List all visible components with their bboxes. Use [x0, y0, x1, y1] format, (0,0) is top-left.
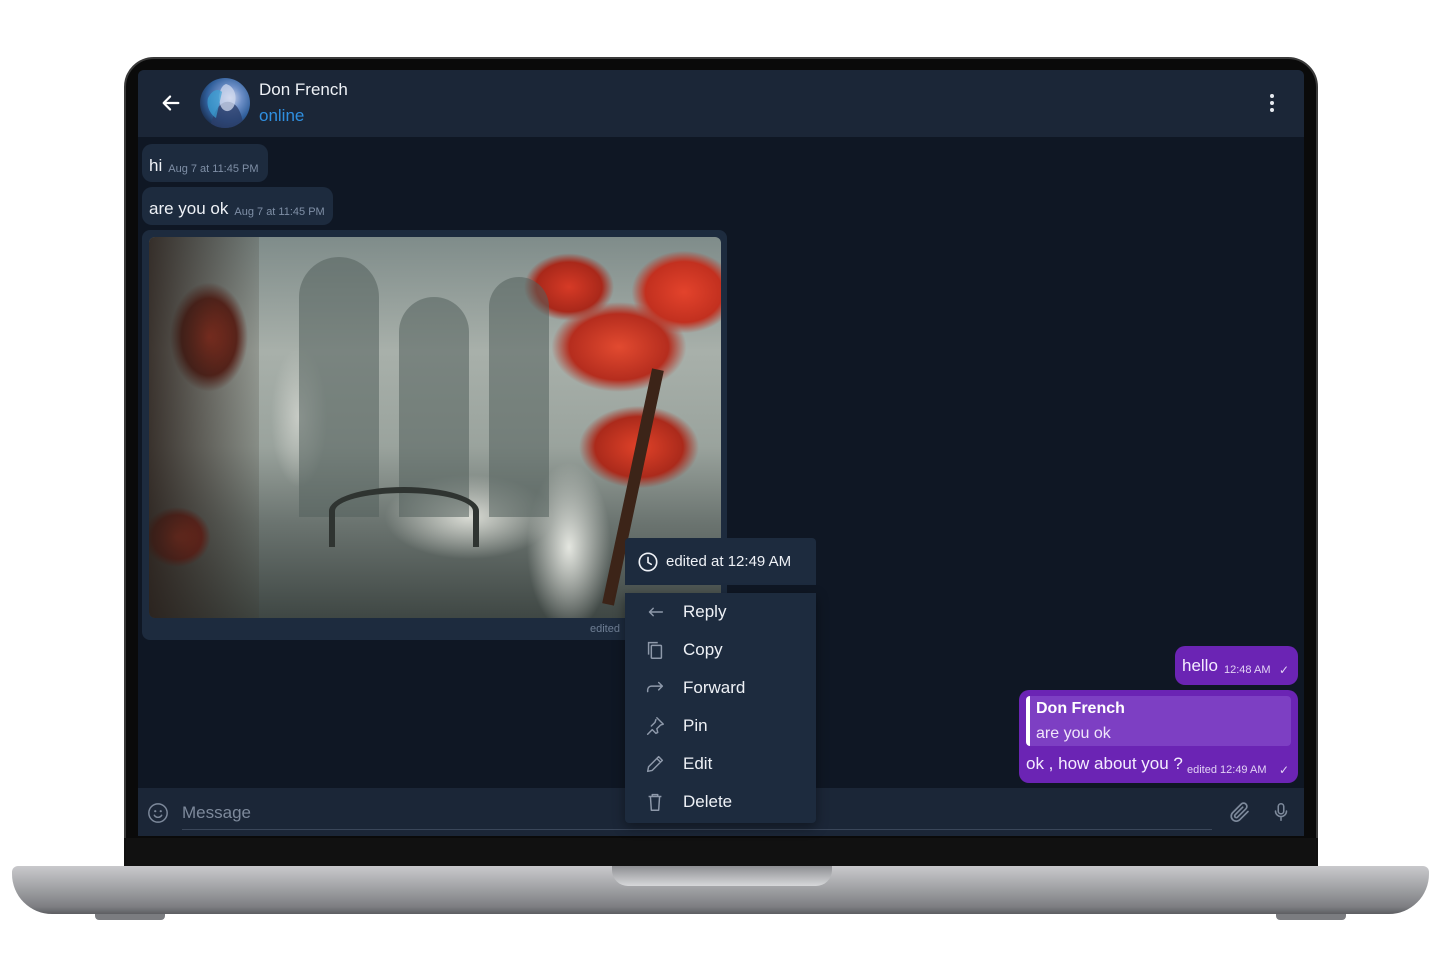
more-options-button[interactable]	[1260, 90, 1284, 116]
outgoing-message-reply[interactable]: Don French are you ok ok , how about you…	[1019, 690, 1298, 783]
attach-button[interactable]	[1228, 800, 1252, 824]
menu-item-label: Copy	[683, 640, 723, 659]
photo-cliff	[149, 237, 259, 618]
message-context-menu: edited at 12:49 AM Reply Copy Forward Pi…	[625, 538, 816, 823]
menu-item-pin[interactable]: Pin	[625, 707, 816, 745]
message-time: 12:48 AM	[1224, 664, 1271, 676]
reply-icon	[643, 600, 667, 624]
kebab-dot	[1270, 94, 1274, 98]
paperclip-icon	[1230, 802, 1249, 822]
context-menu-edited-info: edited at 12:49 AM	[625, 538, 816, 585]
menu-item-reply[interactable]: Reply	[625, 593, 816, 631]
context-menu-list: Reply Copy Forward Pin Edit Delete	[625, 593, 816, 823]
message-time: Aug 7 at 11:45 PM	[168, 163, 259, 175]
laptop-notch	[612, 866, 832, 886]
back-button[interactable]	[158, 90, 184, 116]
reply-quote-text: are you ok	[1036, 725, 1111, 742]
chat-header: Don French online	[138, 70, 1304, 137]
menu-item-label: Delete	[683, 792, 733, 811]
laptop-foot-left	[95, 914, 165, 920]
menu-item-label: Reply	[683, 602, 727, 621]
microphone-button[interactable]	[1270, 800, 1292, 824]
smiley-icon	[148, 803, 168, 823]
pencil-icon	[643, 752, 667, 776]
message-time: Aug 7 at 11:45 PM	[234, 206, 325, 218]
photo-mountain	[489, 277, 549, 517]
message-text: are you ok	[149, 199, 229, 218]
arrow-left-icon	[162, 95, 180, 111]
sent-check-icon: ✓	[1279, 663, 1290, 677]
copy-icon	[643, 638, 667, 662]
kebab-dot	[1270, 108, 1274, 112]
message-text: ok , how about you ?	[1026, 754, 1183, 773]
laptop-frame: Don French online hi Aug 7 at 11:45 PM a…	[0, 0, 1441, 980]
contact-status: online	[259, 106, 305, 125]
menu-item-copy[interactable]: Copy	[625, 631, 816, 669]
menu-item-label: Edit	[683, 754, 713, 773]
pin-icon	[643, 714, 667, 738]
avatar-image	[207, 84, 244, 128]
forward-icon	[643, 676, 667, 700]
message-time: edited 12:49 AM	[1187, 764, 1267, 776]
clock-icon	[638, 551, 658, 572]
outgoing-message[interactable]: hello 12:48 AM ✓	[1175, 646, 1298, 685]
contact-name[interactable]: Don French	[259, 80, 348, 100]
laptop-foot-right	[1276, 914, 1346, 920]
photo-bridge	[329, 487, 479, 547]
input-underline	[182, 829, 1212, 830]
reply-quote-name: Don French	[1036, 700, 1125, 717]
incoming-message[interactable]: are you ok Aug 7 at 11:45 PM	[142, 187, 333, 225]
incoming-message[interactable]: hi Aug 7 at 11:45 PM	[142, 144, 268, 182]
sent-check-icon: ✓	[1279, 763, 1290, 777]
trash-icon	[643, 790, 667, 814]
menu-item-forward[interactable]: Forward	[625, 669, 816, 707]
message-text: hello	[1182, 656, 1218, 675]
menu-item-label: Forward	[683, 678, 746, 697]
edited-info-text: edited at 12:49 AM	[666, 553, 792, 570]
photo-mountain	[399, 297, 469, 517]
avatar[interactable]	[200, 78, 250, 128]
reply-quote[interactable]: Don French are you ok	[1026, 696, 1291, 746]
menu-item-delete[interactable]: Delete	[625, 783, 816, 821]
kebab-dot	[1270, 101, 1274, 105]
menu-item-label: Pin	[683, 716, 708, 735]
photo-mountain	[299, 257, 379, 517]
menu-item-edit[interactable]: Edit	[625, 745, 816, 783]
emoji-button[interactable]	[147, 802, 169, 824]
microphone-icon	[1274, 802, 1288, 822]
message-text: hi	[149, 156, 163, 175]
photo-edited-label: edited	[590, 623, 620, 635]
